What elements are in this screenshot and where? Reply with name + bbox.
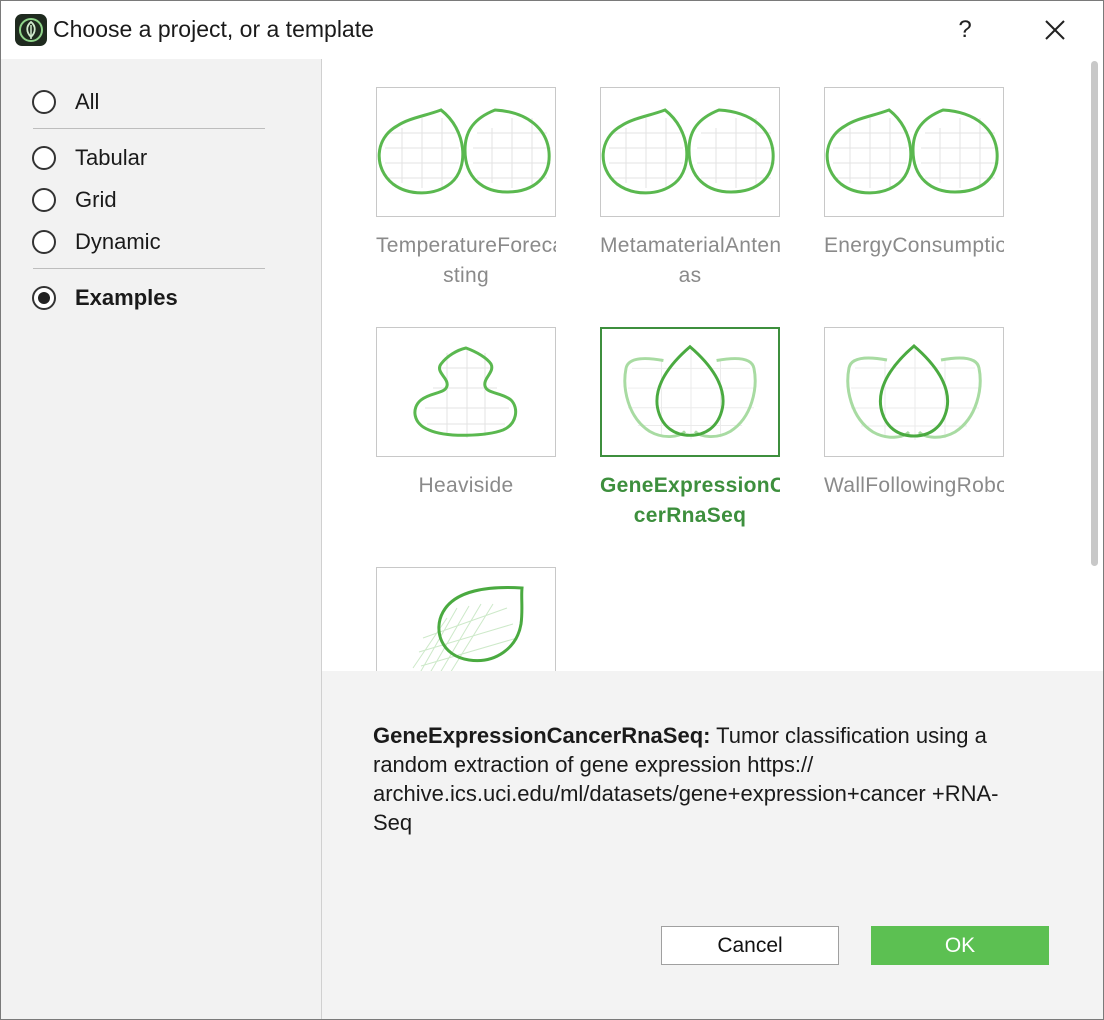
project-chooser-dialog: Choose a project, or a template ? All Ta…: [0, 0, 1104, 1020]
radio-label: Examples: [75, 285, 178, 310]
close-button[interactable]: [1037, 13, 1073, 47]
radio-label: Tabular: [75, 145, 148, 170]
template-name-line2: sting: [443, 264, 489, 287]
template-thumbnail: [600, 87, 780, 217]
cancel-button[interactable]: Cancel: [661, 926, 839, 965]
divider: [33, 128, 265, 129]
radio-button[interactable]: [32, 230, 56, 254]
triple-leaves-icon: [623, 344, 757, 440]
template-name: MetamaterialAntenn as: [600, 231, 780, 291]
template-thumbnail-selected: [600, 327, 780, 457]
template-thumbnail: [824, 327, 1004, 457]
radio-label: Grid: [75, 187, 117, 212]
ok-button[interactable]: OK: [871, 926, 1049, 965]
template-tile-wall-following-robot[interactable]: WallFollowingRobot: [824, 327, 1004, 501]
template-thumbnail: [376, 327, 556, 457]
gallery-scrollbar[interactable]: [1089, 59, 1103, 671]
title-bar: Choose a project, or a template ?: [1, 1, 1103, 59]
template-name: TemperatureForeca sting: [376, 231, 556, 291]
twin-leaves-icon: [377, 108, 551, 195]
radio-option-examples[interactable]: Examples: [32, 282, 178, 314]
radio-option-grid[interactable]: Grid: [32, 184, 117, 216]
template-name: GeneExpressionCa cerRnaSeq: [600, 471, 780, 531]
twin-leaves-icon: [601, 108, 775, 195]
template-name-line1: EnergyConsumption: [824, 234, 1004, 257]
template-name-line1: GeneExpressionCa: [600, 474, 780, 497]
template-tile-energy-consumption[interactable]: EnergyConsumption: [824, 87, 1004, 261]
template-name-line1: MetamaterialAntenn: [600, 234, 780, 257]
app-logo-icon: [15, 14, 47, 46]
radio-option-tabular[interactable]: Tabular: [32, 142, 147, 174]
radio-label: All: [75, 89, 100, 114]
triple-leaves-icon: [846, 344, 982, 440]
radio-option-all[interactable]: All: [32, 86, 99, 118]
template-thumbnail: [376, 567, 556, 671]
tilted-leaf-icon: [412, 586, 524, 671]
template-name-line1: TemperatureForeca: [376, 234, 556, 257]
template-description: GeneExpressionCancerRnaSeq: Tumor classi…: [373, 721, 1033, 837]
template-tile-heaviside[interactable]: Heaviside: [376, 327, 556, 501]
template-name: EnergyConsumption: [824, 231, 1004, 261]
description-panel: GeneExpressionCancerRnaSeq: Tumor classi…: [322, 671, 1103, 1019]
radio-option-dynamic[interactable]: Dynamic: [32, 226, 161, 258]
template-tile-metamaterial-antennas[interactable]: MetamaterialAntenn as: [600, 87, 780, 291]
template-tile-partial[interactable]: [376, 567, 556, 671]
template-gallery: TemperatureForeca sting MetamaterialAnte…: [322, 59, 1089, 671]
divider: [33, 268, 265, 269]
template-tile-temperature-forecasting[interactable]: TemperatureForeca sting: [376, 87, 556, 291]
template-name: Heaviside: [376, 471, 556, 501]
vase-shape-icon: [413, 346, 518, 438]
description-template-name: GeneExpressionCancerRnaSeq:: [373, 723, 711, 748]
close-icon: [1045, 20, 1065, 40]
dialog-title: Choose a project, or a template: [53, 16, 374, 42]
category-sidebar: All Tabular Grid Dynamic Examples: [1, 59, 322, 1019]
template-name-line2: as: [678, 264, 702, 287]
twin-leaves-icon: [825, 108, 999, 195]
help-button[interactable]: ?: [949, 13, 981, 47]
radio-button-checked[interactable]: [32, 286, 56, 310]
template-name-line2: cerRnaSeq: [633, 504, 747, 527]
radio-label: Dynamic: [75, 229, 161, 254]
template-name: WallFollowingRobot: [824, 471, 1004, 501]
radio-button[interactable]: [32, 146, 56, 170]
radio-button[interactable]: [32, 188, 56, 212]
scrollbar-thumb[interactable]: [1091, 61, 1098, 566]
template-tile-gene-expression-cancer-rna-seq[interactable]: GeneExpressionCa cerRnaSeq: [600, 327, 780, 531]
template-thumbnail: [824, 87, 1004, 217]
template-name-line1: Heaviside: [418, 474, 514, 497]
template-thumbnail: [376, 87, 556, 217]
radio-button[interactable]: [32, 90, 56, 114]
template-name-line1: WallFollowingRobot: [824, 474, 1004, 497]
